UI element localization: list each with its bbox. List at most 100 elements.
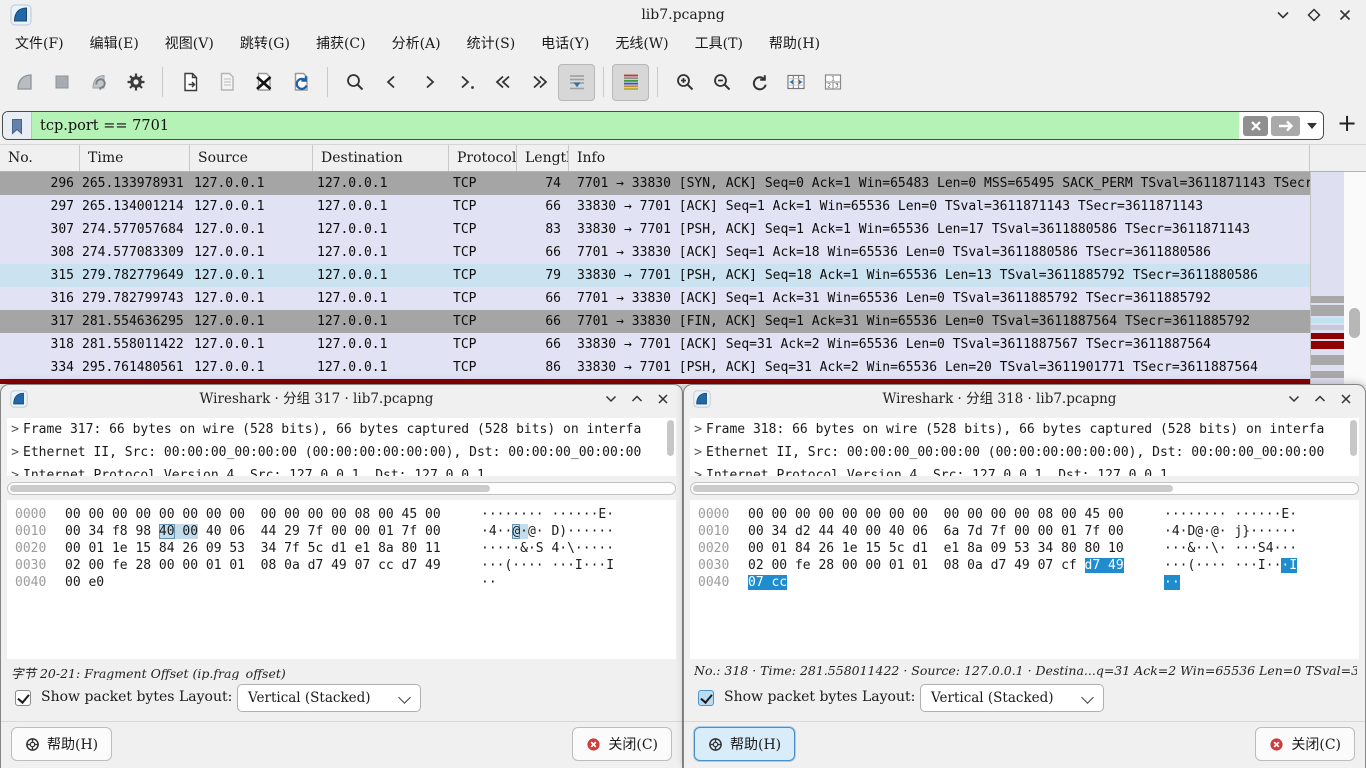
help-button[interactable]: 帮助(H) [694, 727, 795, 761]
table-row[interactable]: 315279.782779649127.0.0.1127.0.0.1TCP793… [0, 264, 1310, 287]
first-packet-button[interactable] [484, 64, 521, 101]
close-file-button[interactable] [245, 64, 282, 101]
filter-dropdown-icon[interactable] [1307, 123, 1317, 129]
capture-options-button[interactable] [117, 64, 154, 101]
tree-horizontal-scrollbar[interactable] [7, 482, 676, 495]
table-row[interactable]: 317281.554636295127.0.0.1127.0.0.1TCP667… [0, 310, 1310, 333]
layout-select[interactable]: Vertical (Stacked) [920, 684, 1104, 712]
dialog-maximize-icon[interactable] [628, 390, 646, 408]
tree-row[interactable]: >Frame 317: 66 bytes on wire (528 bits),… [7, 418, 676, 441]
menu-item[interactable]: 视图(V) [152, 30, 227, 58]
zoom-out-button[interactable] [703, 64, 740, 101]
next-packet-button[interactable] [410, 64, 447, 101]
clear-filter-button[interactable] [1243, 116, 1268, 136]
previous-packet-button[interactable] [373, 64, 410, 101]
packet-bytes-pane[interactable]: 000000 00 00 00 00 00 00 00 00 00 00 00 … [7, 500, 676, 659]
scrollbar-handle[interactable] [1349, 308, 1360, 338]
menu-item[interactable]: 文件(F) [2, 30, 77, 58]
menu-item[interactable]: 无线(W) [602, 30, 681, 58]
minimize-icon[interactable] [1272, 4, 1294, 26]
expand-arrow-icon[interactable]: > [690, 441, 706, 464]
hex-line[interactable]: 002000 01 84 26 1e 15 5c d1 e1 8a 09 53 … [690, 540, 1359, 557]
resize-columns-button[interactable] [777, 64, 814, 101]
hex-line[interactable]: 003002 00 fe 28 00 00 01 01 08 0a d7 49 … [690, 557, 1359, 574]
menu-item[interactable]: 跳转(G) [227, 30, 303, 58]
column-header[interactable]: Source [190, 145, 313, 171]
scrollbar-handle[interactable] [10, 485, 490, 492]
hex-line[interactable]: 000000 00 00 00 00 00 00 00 00 00 00 00 … [7, 506, 676, 523]
tree-scrollbar-handle[interactable] [667, 420, 674, 456]
table-row[interactable]: 316279.782799743127.0.0.1127.0.0.1TCP667… [0, 287, 1310, 310]
hex-line[interactable]: 000000 00 00 00 00 00 00 00 00 00 00 00 … [690, 506, 1359, 523]
hex-line[interactable]: 001000 34 d2 44 40 00 40 06 6a 7d 7f 00 … [690, 523, 1359, 540]
hex-line[interactable]: 001000 34 f8 98 40 00 40 06 44 29 7f 00 … [7, 523, 676, 540]
layout-select[interactable]: Vertical (Stacked) [237, 684, 421, 712]
hex-line[interactable]: 002000 01 1e 15 84 26 09 53 34 7f 5c d1 … [7, 540, 676, 557]
zoom-reset-button[interactable] [740, 64, 777, 101]
column-header[interactable]: Length [517, 145, 569, 171]
hex-line[interactable]: 004007 cc·· [690, 574, 1359, 591]
add-filter-button[interactable]: + [1334, 108, 1360, 138]
menu-item[interactable]: 统计(S) [454, 30, 529, 58]
open-file-button[interactable] [171, 64, 208, 101]
filter-bookmark-button[interactable] [3, 112, 32, 139]
show-packet-bytes-checkbox[interactable] [15, 690, 31, 706]
maximize-icon[interactable] [1303, 4, 1325, 26]
column-header[interactable]: Destination [313, 145, 449, 171]
expand-arrow-icon[interactable]: > [690, 418, 706, 441]
menu-item[interactable]: 分析(A) [379, 30, 454, 58]
menu-item[interactable]: 帮助(H) [756, 30, 833, 58]
packet-list-scrollbar[interactable] [1344, 172, 1366, 384]
last-packet-button[interactable] [521, 64, 558, 101]
tree-row[interactable]: >Frame 318: 66 bytes on wire (528 bits),… [690, 418, 1359, 441]
tree-row[interactable]: >Ethernet II, Src: 00:00:00_00:00:00 (00… [690, 441, 1359, 464]
layout-pane-button[interactable]: 123 [814, 64, 851, 101]
menu-item[interactable]: 电话(Y) [528, 30, 602, 58]
reload-file-button[interactable] [282, 64, 319, 101]
menu-item[interactable]: 编辑(E) [77, 30, 152, 58]
column-header[interactable]: Protocol [449, 145, 517, 171]
close-icon[interactable] [1334, 4, 1356, 26]
dialog-minimize-icon[interactable] [602, 390, 620, 408]
close-button[interactable]: 关闭(C) [572, 727, 672, 761]
scrollbar-handle[interactable] [693, 485, 1173, 492]
dialog-close-icon[interactable] [1337, 390, 1355, 408]
tree-row[interactable]: >Internet Protocol Version 4, Src: 127.0… [690, 464, 1359, 476]
packet-bytes-pane[interactable]: 000000 00 00 00 00 00 00 00 00 00 00 00 … [690, 500, 1359, 659]
expand-arrow-icon[interactable]: > [7, 441, 23, 464]
dialog-minimize-icon[interactable] [1285, 390, 1303, 408]
menu-item[interactable]: 工具(T) [682, 30, 756, 58]
column-header[interactable]: No. [0, 145, 80, 171]
hex-line[interactable]: 003002 00 fe 28 00 00 01 01 08 0a d7 49 … [7, 557, 676, 574]
tree-scrollbar-handle[interactable] [1350, 420, 1357, 456]
start-capture-button[interactable] [6, 64, 43, 101]
tree-horizontal-scrollbar[interactable] [690, 482, 1359, 495]
column-header[interactable]: Time [80, 145, 190, 171]
table-row[interactable]: 334295.761480561127.0.0.1127.0.0.1TCP863… [0, 356, 1310, 379]
goto-packet-button[interactable] [447, 64, 484, 101]
table-row[interactable]: 297265.134001214127.0.0.1127.0.0.1TCP663… [0, 195, 1310, 218]
help-button[interactable]: 帮助(H) [11, 727, 112, 761]
hex-line[interactable]: 004000 e0·· [7, 574, 676, 591]
save-file-button[interactable] [208, 64, 245, 101]
menu-item[interactable]: 捕获(C) [303, 30, 379, 58]
expand-arrow-icon[interactable]: > [7, 464, 23, 476]
tree-row[interactable]: >Ethernet II, Src: 00:00:00_00:00:00 (00… [7, 441, 676, 464]
colorize-packets-button[interactable] [612, 64, 649, 101]
dialog-close-icon[interactable] [654, 390, 672, 408]
display-filter-field[interactable]: tcp.port == 7701 [2, 111, 1324, 140]
table-row[interactable]: 318281.558011422127.0.0.1127.0.0.1TCP663… [0, 333, 1310, 356]
find-packet-button[interactable] [336, 64, 373, 101]
intelligent-scrollbar-minimap[interactable] [1310, 172, 1344, 384]
table-row[interactable]: 296265.133978931127.0.0.1127.0.0.1TCP747… [0, 172, 1310, 195]
apply-filter-button[interactable] [1271, 116, 1300, 136]
expand-arrow-icon[interactable]: > [690, 464, 706, 476]
show-packet-bytes-checkbox[interactable] [698, 690, 714, 706]
filter-input[interactable]: tcp.port == 7701 [32, 112, 1239, 139]
auto-scroll-button[interactable] [558, 64, 595, 101]
close-button[interactable]: 关闭(C) [1255, 727, 1355, 761]
restart-capture-button[interactable] [80, 64, 117, 101]
tree-row[interactable]: >Internet Protocol Version 4, Src: 127.0… [7, 464, 676, 476]
table-row[interactable]: 308274.577083309127.0.0.1127.0.0.1TCP667… [0, 241, 1310, 264]
stop-capture-button[interactable] [43, 64, 80, 101]
